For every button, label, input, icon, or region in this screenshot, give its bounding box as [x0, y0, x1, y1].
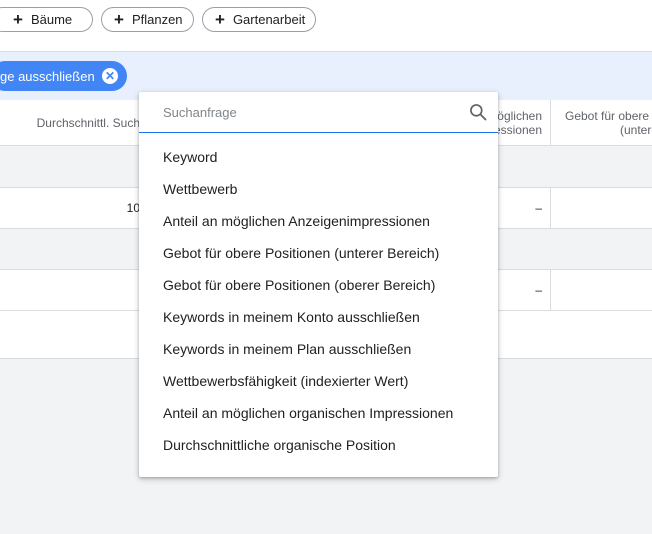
plus-icon: + — [13, 10, 23, 29]
dropdown-search-box — [139, 92, 498, 133]
column-header-label: Durchschnittl. Such — [36, 116, 140, 130]
option-competition[interactable]: Wettbewerb — [139, 173, 498, 205]
chip-label: Bäume — [30, 12, 73, 27]
option-organic-impression-share[interactable]: Anteil an möglichen organischen Impressi… — [139, 397, 498, 429]
chip-label: Pflanzen — [131, 12, 183, 27]
active-filter-chip[interactable]: ge ausschließen ✕ — [0, 61, 127, 91]
column-header-avg-searches[interactable]: Durchschnittl. Such — [20, 100, 140, 146]
dropdown-options: Keyword Wettbewerb Anteil an möglichen A… — [139, 141, 498, 461]
chip-baeume[interactable]: + Bäume — [0, 7, 93, 32]
keyword-chip-bar: + Bäume + Pflanzen + Gartenarbeit — [0, 0, 652, 52]
search-input[interactable] — [163, 101, 453, 123]
chip-gartenarbeit[interactable]: + Gartenarbeit — [202, 7, 316, 32]
chip-label: Gartenarbeit — [232, 12, 306, 27]
column-header-top-bid-low[interactable]: Gebot für obere (untere — [556, 100, 652, 146]
filter-label: ge ausschließen — [0, 68, 95, 84]
impression-share-cell: – — [535, 283, 542, 297]
plus-icon: + — [215, 10, 225, 29]
option-ad-impression-share[interactable]: Anteil an möglichen Anzeigenimpressionen — [139, 205, 498, 237]
option-top-bid-high[interactable]: Gebot für obere Positionen (oberer Berei… — [139, 269, 498, 301]
option-exclude-account-keywords[interactable]: Keywords in meinem Konto ausschließen — [139, 301, 498, 333]
column-header-label: (untere — [620, 123, 652, 137]
chip-pflanzen[interactable]: + Pflanzen — [101, 7, 194, 32]
close-circle-icon[interactable]: ✕ — [102, 68, 118, 84]
option-competitiveness-index[interactable]: Wettbewerbsfähigkeit (indexierter Wert) — [139, 365, 498, 397]
option-keyword[interactable]: Keyword — [139, 141, 498, 173]
plus-icon: + — [114, 10, 124, 29]
avg-searches-cell: 10 — [126, 201, 140, 215]
column-header-label: Gebot für obere — [565, 109, 650, 123]
column-picker-dropdown: Keyword Wettbewerb Anteil an möglichen A… — [139, 92, 498, 477]
option-organic-position[interactable]: Durchschnittliche organische Position — [139, 429, 498, 461]
impression-share-cell: – — [535, 201, 542, 215]
option-exclude-plan-keywords[interactable]: Keywords in meinem Plan ausschließen — [139, 333, 498, 365]
option-top-bid-low[interactable]: Gebot für obere Positionen (unterer Bere… — [139, 237, 498, 269]
search-icon[interactable] — [468, 102, 488, 122]
